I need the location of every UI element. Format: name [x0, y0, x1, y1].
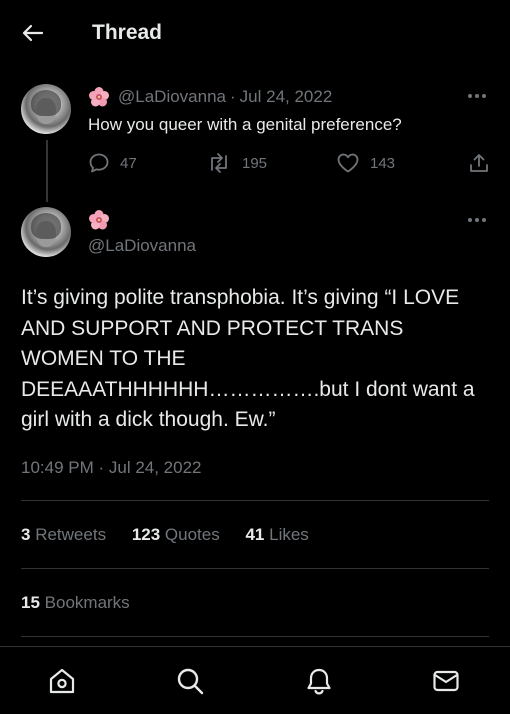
- bottom-nav: [0, 646, 510, 714]
- messages-icon: [433, 670, 459, 692]
- share-button[interactable]: [468, 152, 500, 174]
- display-name[interactable]: [88, 209, 110, 236]
- tweet-handle[interactable]: @LaDiovanna: [118, 87, 226, 107]
- more-options-button[interactable]: [464, 86, 490, 106]
- nav-search[interactable]: [173, 664, 207, 698]
- search-icon: [177, 668, 204, 695]
- retweet-icon: [211, 153, 227, 173]
- nav-home[interactable]: [45, 664, 79, 698]
- thread-connector: [46, 140, 48, 202]
- likes-count: 41: [245, 525, 265, 544]
- tweet-text: How you queer with a genital preference?: [88, 115, 402, 134]
- like-button[interactable]: 143: [336, 152, 395, 174]
- tweet-text: It’s giving polite transphobia. It’s giv…: [21, 286, 475, 431]
- tweet-handle[interactable]: @LaDiovanna: [88, 236, 196, 256]
- page-title: Thread: [92, 21, 163, 44]
- more-icon: [468, 94, 486, 98]
- hibiscus-flower-icon: [89, 210, 109, 230]
- quotes-label: Quotes: [164, 525, 220, 544]
- likes-label: Likes: [269, 525, 309, 544]
- notifications-icon: [307, 668, 331, 695]
- reply-icon: [89, 153, 109, 173]
- hibiscus-flower-icon: [89, 87, 109, 107]
- retweet-count: 195: [242, 154, 268, 172]
- avatar[interactable]: [21, 84, 71, 134]
- tweet-timestamp[interactable]: 10:49 PM · Jul 24, 2022: [21, 458, 202, 478]
- tweet-actions: 47 195 143: [88, 152, 488, 178]
- nav-notifications[interactable]: [302, 664, 336, 698]
- reply-count: 47: [120, 154, 137, 172]
- reply-button[interactable]: 47: [88, 152, 137, 174]
- bookmarks-count: 15: [21, 593, 40, 612]
- nav-messages[interactable]: [429, 664, 463, 698]
- more-options-button[interactable]: [464, 210, 490, 230]
- retweets-label: Retweets: [35, 525, 107, 544]
- quotes-stat[interactable]: 123 Quotes: [132, 525, 220, 544]
- retweets-count: 3: [21, 525, 31, 544]
- quotes-count: 123: [131, 525, 161, 544]
- heart-icon: [337, 153, 359, 173]
- like-count: 143: [370, 154, 396, 172]
- divider: [21, 636, 489, 637]
- retweets-stat[interactable]: 3 Retweets: [21, 525, 106, 544]
- tweet-date[interactable]: Jul 24, 2022: [240, 87, 333, 107]
- bookmarks-label: Bookmarks: [44, 593, 130, 612]
- more-icon: [468, 218, 486, 222]
- bookmarks-stat[interactable]: 15 Bookmarks: [21, 593, 130, 613]
- likes-stat[interactable]: 41 Likes: [245, 525, 308, 544]
- app: Thread @LaDiovanna · Jul 24, 2022 How yo…: [0, 0, 510, 714]
- meta-separator: ·: [230, 87, 236, 106]
- avatar[interactable]: [21, 207, 71, 257]
- retweet-button[interactable]: 195: [206, 152, 267, 174]
- tweet-stats: 3 Retweets 123 Quotes 41 Likes: [21, 525, 330, 545]
- arrow-left-icon: [22, 24, 44, 42]
- header: Thread: [0, 0, 510, 66]
- divider: [21, 500, 489, 501]
- back-button[interactable]: [18, 18, 48, 48]
- share-icon: [470, 154, 488, 172]
- home-icon: [49, 668, 75, 694]
- divider: [21, 568, 489, 569]
- tweet-header: @LaDiovanna · Jul 24, 2022: [88, 86, 332, 108]
